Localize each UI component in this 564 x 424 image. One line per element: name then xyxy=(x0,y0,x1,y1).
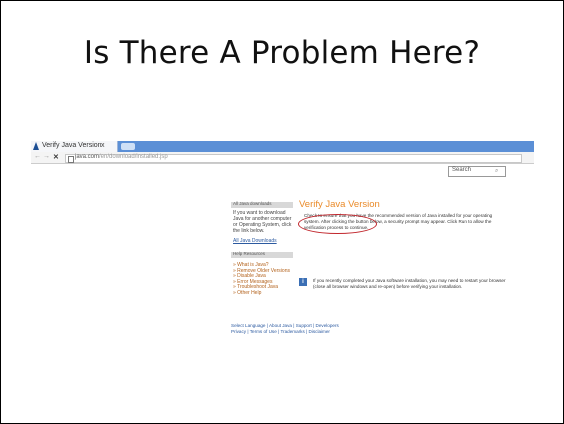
back-arrow-icon[interactable]: ← xyxy=(34,153,41,160)
url-path: /en/download/installed.jsp xyxy=(99,154,168,160)
slide: Is There A Problem Here? Verify Java Ver… xyxy=(0,0,564,424)
stop-icon[interactable]: ✕ xyxy=(53,153,59,161)
footer-links: Select Language | About Java | Support |… xyxy=(231,323,339,334)
footer-line-1[interactable]: Select Language | About Java | Support |… xyxy=(231,323,339,329)
sidebar-heading-downloads: All Java downloads xyxy=(231,201,293,208)
slide-title: Is There A Problem Here? xyxy=(83,35,481,71)
page-title: Verify Java Version xyxy=(299,199,380,210)
footer-line-2[interactable]: Privacy | Terms of Use | Trademarks | Di… xyxy=(231,329,339,335)
forward-arrow-icon[interactable]: → xyxy=(43,153,50,160)
highlight-oval xyxy=(298,214,377,234)
address-bar[interactable]: java.com/en/download/installed.jsp xyxy=(65,154,522,163)
restart-notice-text: If you recently completed your Java soft… xyxy=(313,278,506,289)
url-domain: java.com xyxy=(75,154,100,160)
browser-toolbar: ← → ✕ java.com/en/download/installed.jsp xyxy=(31,152,534,164)
tab-title: Verify Java Version xyxy=(42,142,102,149)
browser-tab[interactable]: Verify Java Version x xyxy=(31,141,118,152)
new-tab-button[interactable] xyxy=(121,143,135,150)
browser-screenshot: Verify Java Version x ← → ✕ java.com/en/… xyxy=(31,141,534,385)
help-link[interactable]: » Other Help xyxy=(233,290,290,297)
tab-close-icon[interactable]: x xyxy=(101,142,105,149)
search-icon[interactable]: ⌕ xyxy=(495,168,498,175)
info-icon: i xyxy=(299,278,307,286)
search-label: Search xyxy=(452,167,472,173)
tab-bar: Verify Java Version x xyxy=(31,141,534,152)
java-logo-icon xyxy=(33,142,39,150)
sidebar-text: If you want to download Java for another… xyxy=(233,210,292,234)
sidebar-heading-help: Help Resources xyxy=(231,251,293,258)
all-java-downloads-link[interactable]: All Java Downloads xyxy=(233,238,277,244)
page-icon xyxy=(68,156,74,163)
help-links-list: » What is Java? » Remove Older Versions … xyxy=(233,262,290,297)
search-input[interactable]: Search ⌕ xyxy=(448,166,506,177)
